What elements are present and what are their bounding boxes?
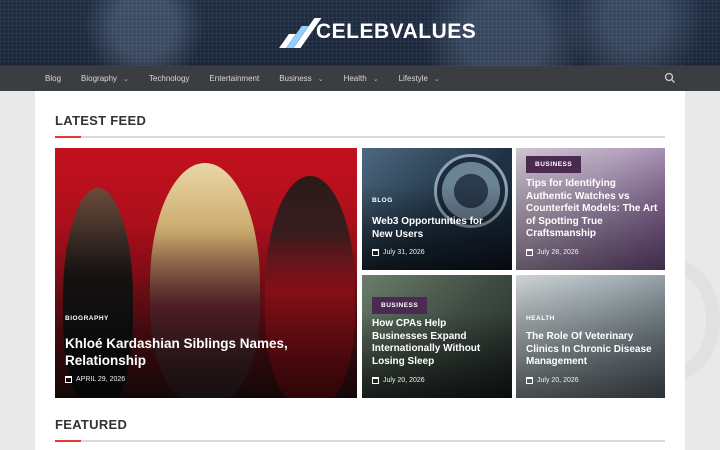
logo-icon	[274, 14, 322, 50]
chevron-down-icon: ⌄	[372, 75, 379, 83]
nav-item-entertainment[interactable]: Entertainment	[209, 74, 259, 83]
section-title-latest-feed: LATEST FEED	[55, 113, 147, 128]
post-title[interactable]: Khloé Kardashian Siblings Names, Relatio…	[65, 336, 335, 369]
section-title-featured: FEATURED	[55, 417, 128, 432]
post-title[interactable]: Tips for Identifying Authentic Watches v…	[526, 178, 660, 241]
chevron-down-icon: ⌄	[317, 75, 324, 83]
post-date: July 31, 2026	[372, 249, 425, 256]
post-title[interactable]: The Role Of Veterinary Clinics In Chroni…	[526, 331, 660, 369]
category-badge[interactable]: BLOG	[372, 192, 393, 209]
calendar-icon	[372, 377, 379, 384]
content-card: LATEST FEED BIOGRAPHY Khloé Kardashian S…	[35, 91, 685, 450]
calendar-icon	[526, 377, 533, 384]
post-date: July 20, 2026	[372, 377, 425, 384]
calendar-icon	[372, 249, 379, 256]
post-card[interactable]: BLOG Web3 Opportunities for New Users Ju…	[362, 148, 512, 270]
category-badge[interactable]: BUSINESS	[526, 156, 582, 173]
chevron-down-icon: ⌄	[433, 75, 440, 83]
nav-item-blog[interactable]: Blog	[45, 74, 61, 83]
logo-text: CELEBVALUES	[316, 20, 477, 43]
post-title[interactable]: Web3 Opportunities for New Users	[372, 216, 504, 241]
post-title[interactable]: How CPAs Help Businesses Expand Internat…	[372, 318, 504, 368]
site-logo[interactable]: CELEBVALUES	[274, 14, 476, 50]
post-date: July 28, 2026	[526, 249, 579, 256]
calendar-icon	[526, 249, 533, 256]
calendar-icon	[65, 376, 72, 383]
post-date: July 20, 2026	[526, 377, 579, 384]
main-nav: Blog Biography ⌄ Technology Entertainment…	[0, 66, 720, 91]
category-badge[interactable]: BIOGRAPHY	[65, 315, 109, 322]
category-badge[interactable]: BUSINESS	[372, 297, 428, 314]
chevron-down-icon: ⌄	[123, 75, 129, 83]
search-icon[interactable]	[664, 72, 676, 84]
site-header: CELEBVALUES	[0, 0, 720, 66]
post-card[interactable]: HEALTH The Role Of Veterinary Clinics In…	[516, 275, 665, 398]
post-card[interactable]: BUSINESS Tips for Identifying Authentic …	[516, 148, 665, 270]
featured-post-card[interactable]: BIOGRAPHY Khloé Kardashian Siblings Name…	[55, 148, 357, 398]
post-card[interactable]: BUSINESS How CPAs Help Businesses Expand…	[362, 275, 512, 398]
nav-item-technology[interactable]: Technology	[149, 74, 189, 83]
nav-item-health[interactable]: Health ⌄	[344, 74, 379, 83]
nav-item-lifestyle[interactable]: Lifestyle ⌄	[399, 74, 440, 83]
section-divider	[55, 440, 665, 442]
post-date: APRIL 29, 2026	[65, 376, 125, 383]
category-badge[interactable]: HEALTH	[526, 310, 555, 327]
nav-item-business[interactable]: Business ⌄	[279, 74, 323, 83]
nav-item-biography[interactable]: Biography ⌄	[81, 74, 129, 83]
section-divider	[55, 136, 665, 138]
